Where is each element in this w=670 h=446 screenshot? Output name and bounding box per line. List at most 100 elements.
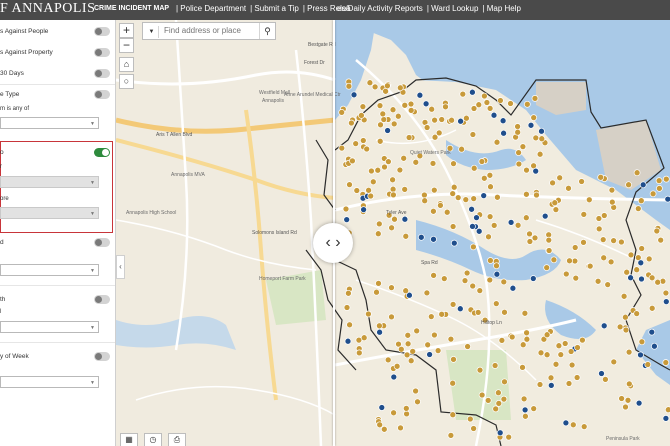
incident-marker[interactable]	[522, 412, 529, 420]
incident-marker[interactable]	[625, 181, 632, 189]
incident-marker[interactable]	[638, 275, 645, 283]
incident-marker[interactable]	[664, 195, 670, 203]
incident-marker[interactable]	[388, 313, 395, 321]
incident-marker[interactable]	[648, 328, 656, 336]
incident-marker[interactable]	[359, 137, 367, 144]
incident-marker[interactable]	[637, 197, 645, 205]
incident-marker[interactable]	[486, 171, 494, 179]
incident-marker[interactable]	[440, 275, 448, 282]
incident-marker[interactable]	[656, 185, 663, 192]
incident-marker[interactable]	[450, 160, 457, 167]
incident-marker[interactable]	[412, 158, 420, 166]
map-view[interactable]: Westfield Mall Annapolis Anne Arundel Me…	[116, 20, 670, 446]
incident-marker[interactable]	[449, 190, 457, 197]
incident-marker[interactable]	[515, 149, 522, 156]
incident-marker[interactable]	[378, 404, 386, 411]
toggle-last-days[interactable]	[94, 69, 110, 78]
incident-marker[interactable]	[562, 270, 570, 278]
incident-marker[interactable]	[625, 348, 633, 356]
incident-marker[interactable]	[536, 150, 544, 158]
incident-marker[interactable]	[547, 374, 555, 382]
incident-marker[interactable]	[537, 349, 545, 357]
incident-marker[interactable]	[478, 391, 486, 399]
incident-marker[interactable]	[397, 424, 404, 432]
incident-marker[interactable]	[486, 105, 494, 112]
incident-marker[interactable]	[494, 193, 501, 201]
incident-marker[interactable]	[368, 167, 375, 175]
incident-marker[interactable]	[457, 117, 464, 125]
incident-marker[interactable]	[573, 374, 581, 381]
incident-marker[interactable]	[551, 199, 559, 207]
incident-marker[interactable]	[438, 116, 446, 123]
incident-marker[interactable]	[450, 183, 458, 191]
incident-marker[interactable]	[486, 276, 494, 284]
incident-marker[interactable]	[391, 215, 398, 223]
incident-marker[interactable]	[384, 82, 391, 90]
incident-marker[interactable]	[538, 127, 545, 135]
incident-marker[interactable]	[450, 239, 458, 247]
incident-marker[interactable]	[653, 227, 661, 235]
incident-marker[interactable]	[476, 366, 484, 374]
incident-marker[interactable]	[430, 235, 437, 243]
incident-marker[interactable]	[580, 423, 588, 430]
nav-map-help[interactable]: | Map Help	[482, 4, 521, 13]
incident-marker[interactable]	[543, 264, 551, 271]
toggle-crimes-property[interactable]	[94, 48, 110, 57]
incident-marker[interactable]	[644, 361, 652, 368]
incident-marker[interactable]	[338, 144, 346, 152]
incident-marker[interactable]	[657, 236, 665, 244]
incident-marker[interactable]	[490, 222, 498, 229]
incident-marker[interactable]	[350, 91, 358, 99]
incident-marker[interactable]	[409, 348, 417, 355]
incident-marker[interactable]	[417, 233, 425, 241]
incident-marker[interactable]	[557, 351, 565, 358]
incident-marker[interactable]	[507, 219, 515, 226]
incident-marker[interactable]	[545, 236, 553, 244]
incident-marker[interactable]	[379, 110, 387, 118]
incident-marker[interactable]	[346, 181, 353, 188]
incident-marker[interactable]	[394, 112, 402, 120]
incident-marker[interactable]	[414, 398, 421, 406]
incident-marker[interactable]	[634, 205, 642, 212]
incident-marker[interactable]	[495, 389, 502, 397]
incident-marker[interactable]	[501, 308, 508, 316]
incident-marker[interactable]	[466, 415, 474, 423]
incident-marker[interactable]	[393, 362, 401, 370]
incident-marker[interactable]	[480, 174, 488, 182]
incident-marker[interactable]	[519, 143, 527, 150]
incident-marker[interactable]	[616, 323, 624, 331]
incident-marker[interactable]	[377, 121, 384, 129]
incident-marker[interactable]	[543, 331, 551, 339]
incident-marker[interactable]	[413, 327, 421, 335]
incident-marker[interactable]	[566, 257, 573, 265]
incident-marker[interactable]	[449, 379, 457, 387]
incident-marker[interactable]	[622, 326, 630, 334]
incident-marker[interactable]	[531, 95, 539, 102]
incident-marker[interactable]	[376, 322, 383, 330]
incident-marker[interactable]	[662, 289, 670, 297]
incident-marker[interactable]	[412, 387, 419, 395]
incident-marker[interactable]	[376, 137, 384, 145]
incident-marker[interactable]	[645, 255, 653, 263]
incident-marker[interactable]	[598, 370, 605, 377]
incident-marker[interactable]	[523, 166, 530, 174]
incident-marker[interactable]	[338, 109, 346, 116]
incident-marker[interactable]	[374, 166, 382, 174]
incident-marker[interactable]	[565, 184, 572, 192]
incident-marker[interactable]	[509, 284, 517, 292]
incident-marker[interactable]	[384, 127, 391, 134]
incident-marker[interactable]	[430, 272, 437, 279]
incident-marker[interactable]	[530, 405, 538, 412]
incident-marker[interactable]	[610, 358, 618, 366]
incident-marker[interactable]	[407, 357, 415, 365]
incident-marker[interactable]	[429, 160, 437, 167]
incident-marker[interactable]	[462, 196, 470, 203]
incident-marker[interactable]	[369, 178, 377, 186]
crime-type-select[interactable]: ▼	[0, 117, 99, 129]
incident-marker[interactable]	[367, 192, 375, 200]
incident-marker[interactable]	[550, 256, 558, 264]
incident-marker[interactable]	[449, 411, 457, 419]
incident-marker[interactable]	[400, 154, 408, 162]
incident-marker[interactable]	[519, 341, 527, 349]
incident-marker[interactable]	[571, 244, 579, 251]
